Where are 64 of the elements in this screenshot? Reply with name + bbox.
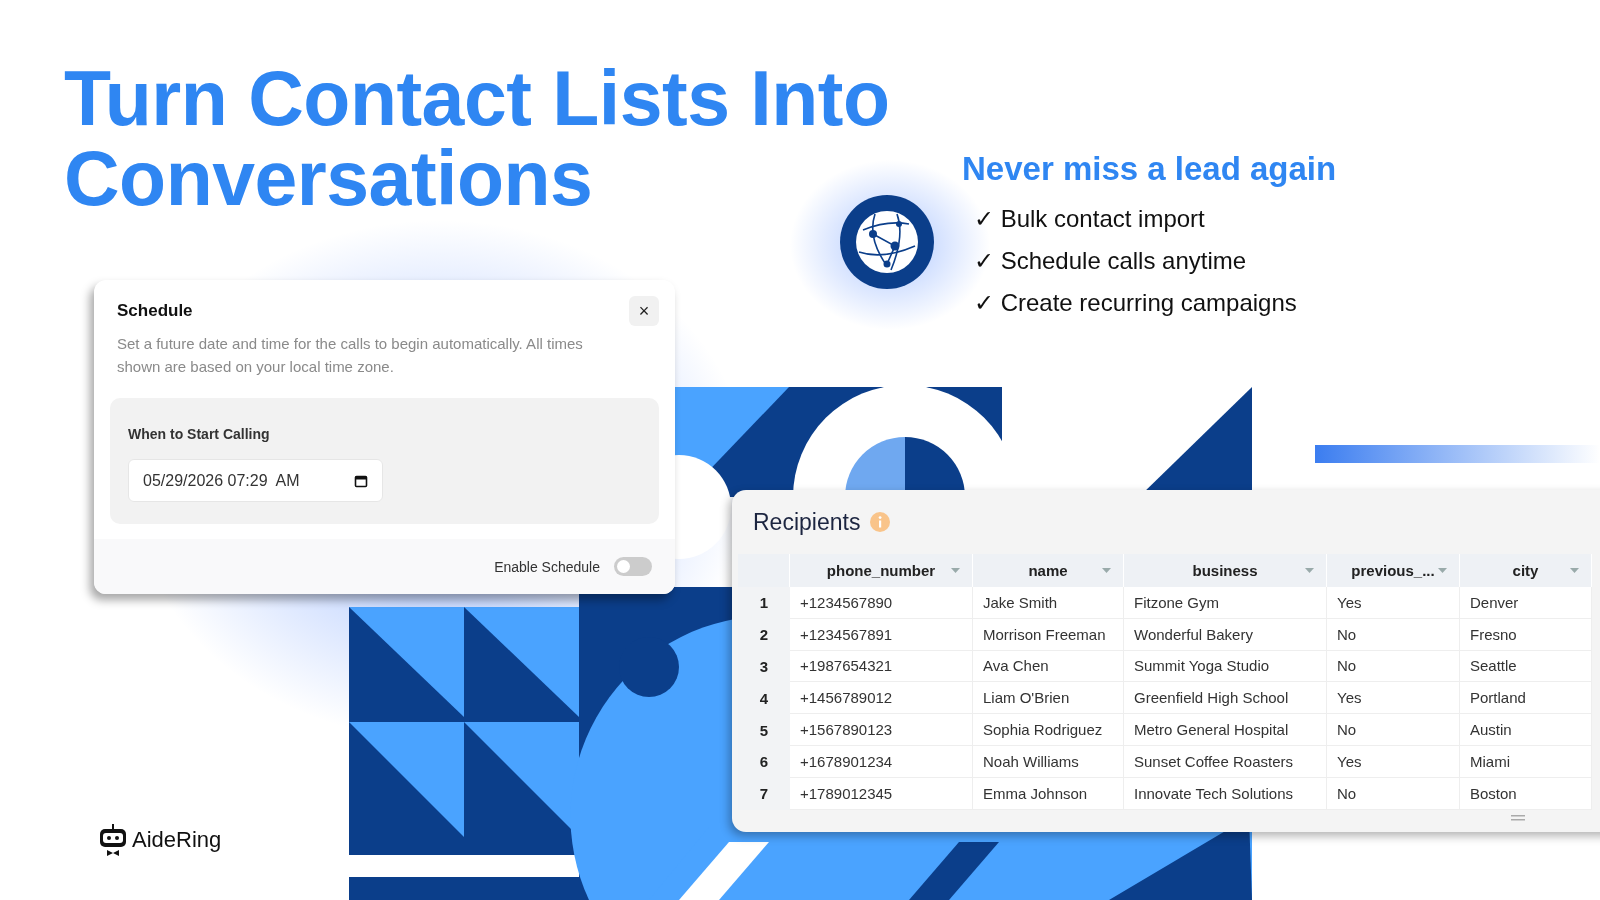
table-cell: Metro General Hospital xyxy=(1124,714,1327,746)
table-cell: Wonderful Bakery xyxy=(1124,618,1327,651)
calendar-icon xyxy=(354,473,368,488)
card-title: Recipients xyxy=(753,508,861,536)
column-header[interactable]: phone_number xyxy=(790,554,973,587)
table-cell: Emma Johnson xyxy=(973,777,1124,810)
info-icon xyxy=(870,512,891,532)
resize-handle-icon[interactable] xyxy=(1511,815,1525,821)
table-cell: Denver xyxy=(1460,587,1592,619)
table-cell: Morrison Freeman xyxy=(973,618,1124,651)
table-cell: No xyxy=(1327,714,1460,746)
table-cell: Seattle xyxy=(1460,650,1592,683)
table-cell: Yes xyxy=(1327,587,1460,619)
table-cell: Yes xyxy=(1327,746,1460,778)
table-cell: +1987654321 xyxy=(790,650,973,683)
dropdown-icon xyxy=(1570,568,1579,573)
toggle-label: Enable Schedule xyxy=(494,558,600,575)
dropdown-icon xyxy=(1305,568,1314,573)
table-cell: No xyxy=(1327,650,1460,683)
table-cell: Austin xyxy=(1460,714,1592,746)
table-cell: +1456789012 xyxy=(790,682,973,715)
dropdown-icon xyxy=(1438,568,1447,573)
column-header[interactable]: business xyxy=(1124,554,1327,587)
dropdown-icon xyxy=(1102,568,1111,573)
robot-icon xyxy=(98,824,128,856)
table-cell: Innovate Tech Solutions xyxy=(1124,777,1327,810)
column-header[interactable]: name xyxy=(973,554,1124,587)
dialog-description: Set a future date and time for the calls to begin automatically. All times shown are based on your local time zone. xyxy=(117,334,584,377)
logo-text: AideRing xyxy=(132,827,222,853)
dropdown-icon xyxy=(951,568,960,573)
table-cell: Summit Yoga Studio xyxy=(1124,650,1327,683)
close-button[interactable]: × xyxy=(629,296,659,326)
table-cell: Boston xyxy=(1460,777,1592,810)
table-cell: Fitzone Gym xyxy=(1124,587,1327,619)
table-cell: Miami xyxy=(1460,746,1592,778)
table-cell: +1567890123 xyxy=(790,714,973,746)
table-cell: +1234567890 xyxy=(790,587,973,619)
table-cell: Yes xyxy=(1327,682,1460,715)
headline: Turn Contact Lists Into Conversations xyxy=(64,58,891,218)
field-label: When to Start Calling xyxy=(128,426,271,442)
table-cell: Liam O'Brien xyxy=(973,682,1124,715)
feature-heading: Never miss a lead again xyxy=(962,150,1337,188)
column-header[interactable]: previous_... xyxy=(1327,554,1460,587)
table-cell: No xyxy=(1327,618,1460,651)
table-cell: Sunset Coffee Roasters xyxy=(1124,746,1327,778)
table-cell: Greenfield High School xyxy=(1124,682,1327,715)
dialog-title: Schedule xyxy=(117,301,193,321)
table-cell: +1789012345 xyxy=(790,777,973,810)
table-cell: Jake Smith xyxy=(973,587,1124,619)
toggle-switch[interactable] xyxy=(614,557,652,576)
feature-item: ✓ Schedule calls anytime xyxy=(973,246,1248,276)
feature-item: ✓ Bulk contact import xyxy=(973,204,1206,234)
table-cell: Portland xyxy=(1460,682,1592,715)
table-cell: Sophia Rodriguez xyxy=(973,714,1124,746)
table-cell: +1678901234 xyxy=(790,746,973,778)
column-header[interactable]: city xyxy=(1460,554,1592,587)
table-cell: No xyxy=(1327,777,1460,810)
globe-icon xyxy=(839,194,935,290)
table-cell: +1234567891 xyxy=(790,618,973,651)
table-cell: Noah Williams xyxy=(973,746,1124,778)
table-cell: Fresno xyxy=(1460,618,1592,651)
feature-item: ✓ Create recurring campaigns xyxy=(973,288,1298,318)
date-time-field[interactable]: 05/29/2026 07:29 AM xyxy=(128,459,383,502)
table-cell: Ava Chen xyxy=(973,650,1124,683)
